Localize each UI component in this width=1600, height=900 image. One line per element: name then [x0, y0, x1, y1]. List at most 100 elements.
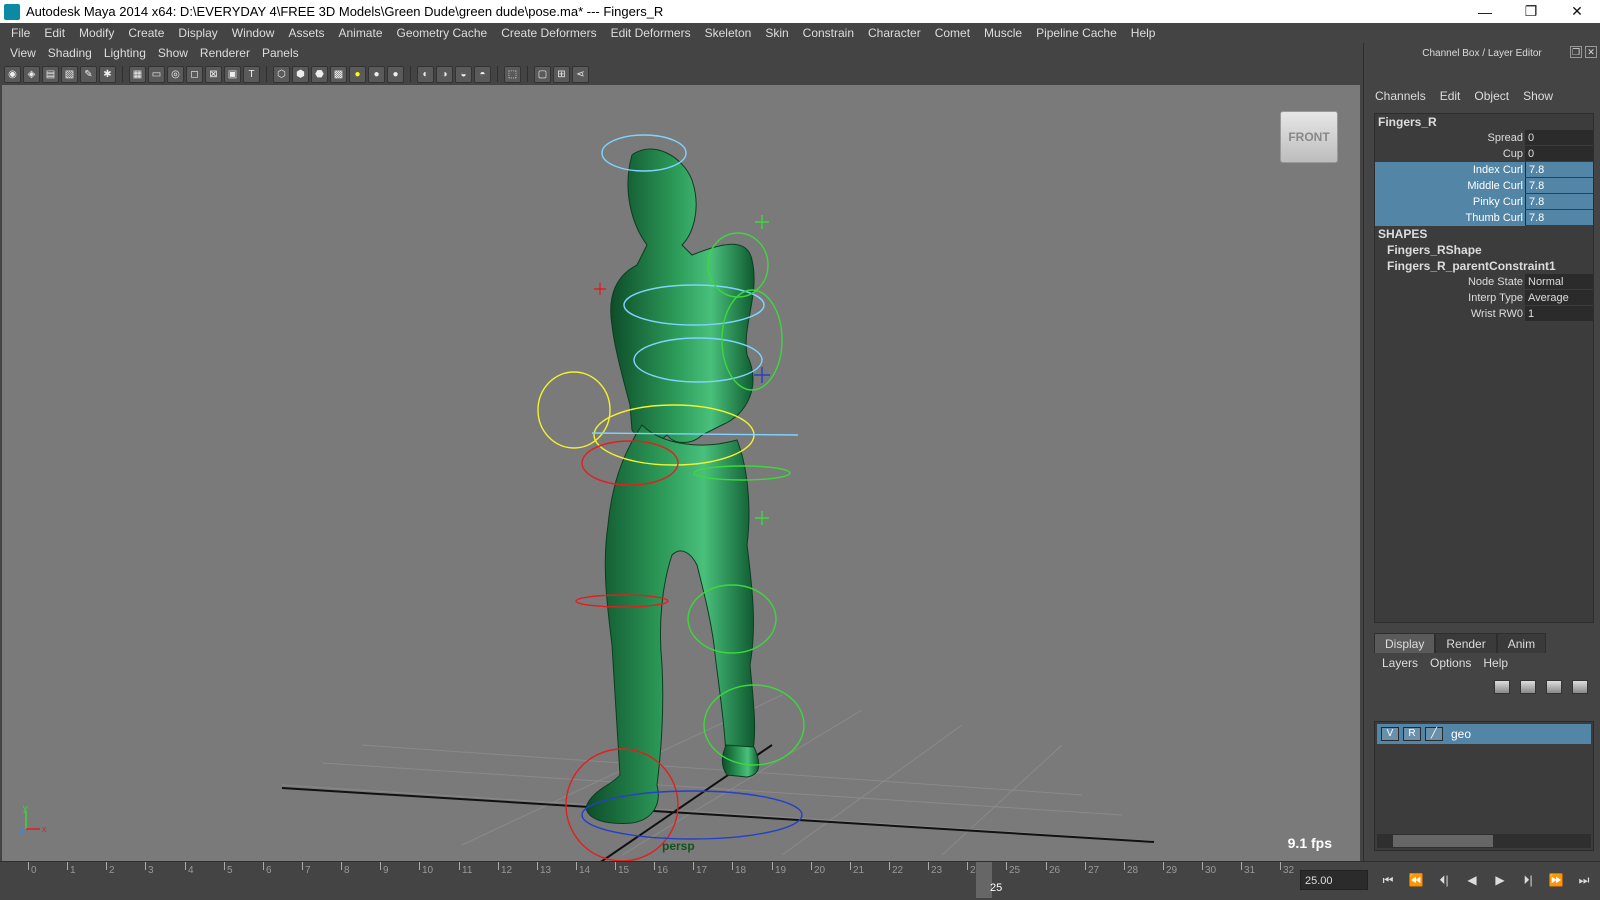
panel-menu-view[interactable]: View	[4, 46, 42, 60]
tab-display[interactable]: Display	[1374, 633, 1436, 653]
attribute-row[interactable]: Thumb Curl 7.8	[1375, 210, 1593, 226]
menu-assets[interactable]: Assets	[281, 26, 331, 40]
panel-menu-renderer[interactable]: Renderer	[194, 46, 256, 60]
attribute-name[interactable]: Thumb Curl	[1375, 210, 1525, 226]
layer-menu-options[interactable]: Options	[1426, 656, 1479, 670]
textured-icon[interactable]: ▩	[330, 65, 347, 83]
step-back-key-button[interactable]: ⏪	[1406, 870, 1426, 890]
step-forward-frame-button[interactable]: ⏵|	[1518, 870, 1538, 890]
menu-pipeline-cache[interactable]: Pipeline Cache	[1029, 26, 1124, 40]
attribute-value[interactable]: 7.8	[1525, 162, 1593, 177]
panel-menu-show[interactable]: Show	[152, 46, 194, 60]
isolate-select-icon[interactable]: ⬚	[504, 65, 521, 83]
step-back-frame-button[interactable]: ⏴|	[1434, 870, 1454, 890]
menu-edit-deformers[interactable]: Edit Deformers	[604, 26, 698, 40]
safe-title-icon[interactable]: T	[243, 65, 260, 83]
shadows-icon[interactable]: ●	[368, 65, 385, 83]
attribute-value[interactable]: 0	[1525, 146, 1593, 161]
float-panel-icon[interactable]: ❐	[1570, 46, 1582, 58]
camera-attributes-icon[interactable]: ◈	[23, 65, 40, 83]
camera-lock-icon[interactable]: ✱	[99, 65, 116, 83]
share-icon[interactable]: ⋖	[572, 65, 589, 83]
close-panel-icon[interactable]: ✕	[1585, 46, 1597, 58]
menu-window[interactable]: Window	[225, 26, 282, 40]
attribute-value[interactable]: 7.8	[1525, 210, 1593, 225]
attribute-row[interactable]: Index Curl 7.8	[1375, 162, 1593, 178]
attribute-value[interactable]: Normal	[1525, 274, 1593, 289]
smooth-shade-icon[interactable]: ⬢	[292, 65, 309, 83]
select-camera-icon[interactable]: ◉	[4, 65, 21, 83]
attribute-value[interactable]: Average	[1525, 290, 1593, 305]
layer-row[interactable]: V R ╱ geo	[1377, 724, 1591, 744]
channel-menu-show[interactable]: Show	[1516, 89, 1560, 103]
layer-menu-layers[interactable]: Layers	[1378, 656, 1426, 670]
menu-create-deformers[interactable]: Create Deformers	[494, 26, 603, 40]
attribute-value[interactable]: 0	[1525, 130, 1593, 145]
film-gate-icon[interactable]: ▭	[148, 65, 165, 83]
field-chart-icon[interactable]: ⊠	[205, 65, 222, 83]
layer-visibility-toggle[interactable]: V	[1381, 727, 1399, 741]
time-slider-ticks[interactable]: 0123456789101112131415161718192021222324…	[20, 862, 1294, 898]
menu-muscle[interactable]: Muscle	[977, 26, 1029, 40]
new-empty-layer-icon[interactable]	[1546, 680, 1562, 694]
close-button[interactable]: ✕	[1554, 0, 1600, 23]
maximize-button[interactable]: ❐	[1508, 0, 1554, 23]
menu-character[interactable]: Character	[861, 26, 928, 40]
attribute-row[interactable]: Cup 0	[1375, 146, 1593, 162]
constraint-attribute-row[interactable]: Interp Type Average	[1375, 290, 1593, 306]
panel-menu-lighting[interactable]: Lighting	[98, 46, 152, 60]
new-layer-selected-icon[interactable]	[1520, 680, 1536, 694]
xray-icon[interactable]: ◓	[474, 65, 491, 83]
attribute-name[interactable]: Index Curl	[1375, 162, 1525, 178]
tab-render[interactable]: Render	[1435, 633, 1497, 653]
time-slider[interactable]: 0123456789101112131415161718192021222324…	[0, 861, 1600, 900]
menu-constrain[interactable]: Constrain	[796, 26, 861, 40]
attribute-name[interactable]: Middle Curl	[1375, 178, 1525, 194]
attribute-row[interactable]: Middle Curl 7.8	[1375, 178, 1593, 194]
menu-create[interactable]: Create	[121, 26, 171, 40]
3d-viewport[interactable]: FRONT y x z persp 9.1 fps	[2, 85, 1360, 861]
gate-mask-icon[interactable]: ◻	[186, 65, 203, 83]
layer-render-toggle[interactable]: R	[1403, 727, 1421, 741]
layer-scrollbar[interactable]	[1377, 834, 1591, 848]
channel-menu-object[interactable]: Object	[1467, 89, 1516, 103]
attribute-name[interactable]: Wrist RW0	[1375, 306, 1525, 322]
four-view-icon[interactable]: ⊞	[553, 65, 570, 83]
attribute-name[interactable]: Node State	[1375, 274, 1525, 290]
bookmark-icon[interactable]: ▤	[42, 65, 59, 83]
attribute-name[interactable]: Pinky Curl	[1375, 194, 1525, 210]
menu-skin[interactable]: Skin	[758, 26, 795, 40]
lights-icon[interactable]: ●	[349, 65, 366, 83]
constraint-attribute-row[interactable]: Wrist RW0 1	[1375, 306, 1593, 322]
single-view-icon[interactable]: ▢	[534, 65, 551, 83]
minimize-button[interactable]: —	[1462, 0, 1508, 23]
menu-display[interactable]: Display	[171, 26, 224, 40]
screen-space-ao-icon[interactable]: ●	[387, 65, 404, 83]
menu-skeleton[interactable]: Skeleton	[698, 26, 759, 40]
menu-comet[interactable]: Comet	[928, 26, 977, 40]
go-to-end-button[interactable]: ⏭	[1574, 870, 1594, 890]
multisample-icon[interactable]: ◑	[436, 65, 453, 83]
menu-modify[interactable]: Modify	[72, 26, 121, 40]
panel-menu-shading[interactable]: Shading	[42, 46, 98, 60]
new-layer-icon[interactable]	[1494, 680, 1510, 694]
wireframe-icon[interactable]: ⬡	[273, 65, 290, 83]
step-forward-key-button[interactable]: ⏩	[1546, 870, 1566, 890]
attribute-value[interactable]: 7.8	[1525, 194, 1593, 209]
constraint-attribute-row[interactable]: Node State Normal	[1375, 274, 1593, 290]
go-to-start-button[interactable]: ⏮	[1378, 870, 1398, 890]
layer-menu-help[interactable]: Help	[1479, 656, 1516, 670]
view-cube[interactable]: FRONT	[1280, 111, 1338, 163]
current-time-field[interactable]: 25.00	[1300, 870, 1368, 890]
play-forwards-button[interactable]: ▶	[1490, 870, 1510, 890]
attribute-row[interactable]: Spread 0	[1375, 130, 1593, 146]
channel-menu-channels[interactable]: Channels	[1368, 89, 1433, 103]
layer-color-swatch[interactable]: ╱	[1425, 727, 1443, 741]
menu-help[interactable]: Help	[1124, 26, 1163, 40]
attribute-name[interactable]: Cup	[1375, 146, 1525, 162]
channel-menu-edit[interactable]: Edit	[1433, 89, 1468, 103]
image-plane-icon[interactable]: ▧	[61, 65, 78, 83]
attribute-value[interactable]: 1	[1525, 306, 1593, 321]
motion-blur-icon[interactable]: ◐	[417, 65, 434, 83]
menu-geometry-cache[interactable]: Geometry Cache	[390, 26, 495, 40]
